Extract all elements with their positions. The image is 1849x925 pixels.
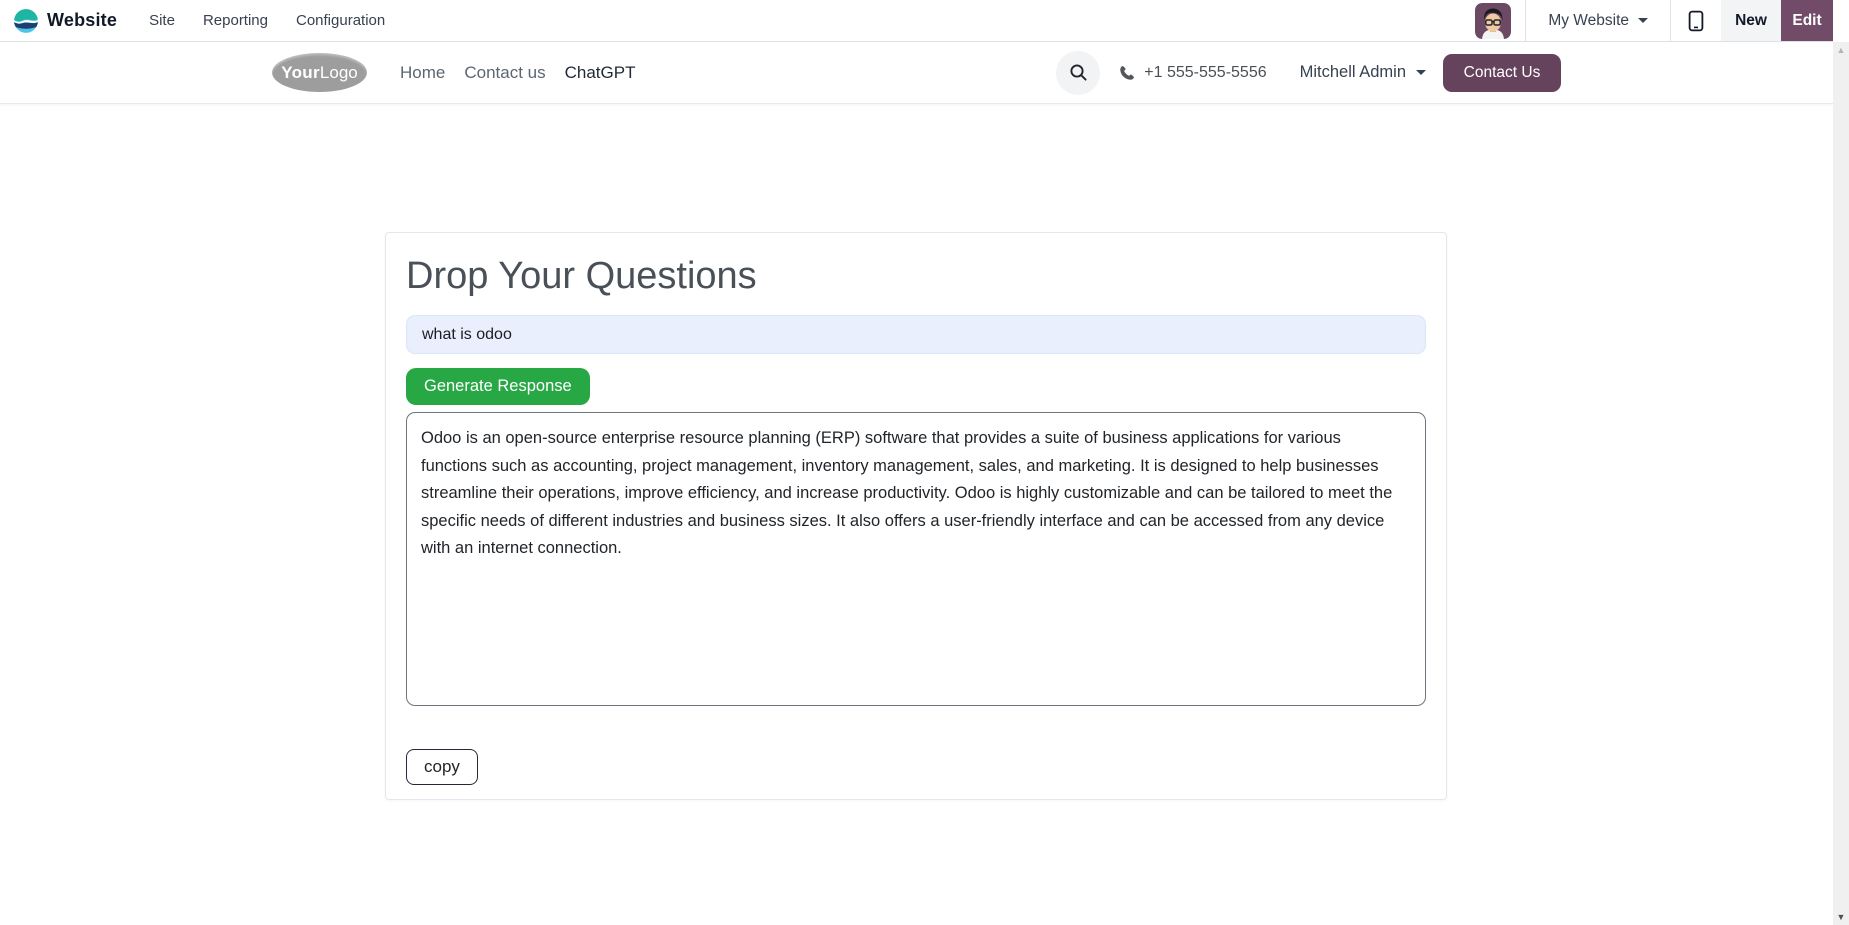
chatgpt-card: Drop Your Questions Generate Response Od… bbox=[385, 232, 1447, 800]
search-button[interactable] bbox=[1056, 50, 1101, 95]
phone-number: +1 555-555-5556 bbox=[1144, 63, 1267, 81]
website-switcher[interactable]: My Website bbox=[1526, 0, 1670, 41]
your-logo[interactable]: Your Logo bbox=[272, 53, 367, 92]
scroll-up-icon[interactable]: ▲ bbox=[1837, 45, 1846, 55]
logo-text-bold: Your bbox=[281, 62, 320, 82]
user-account-menu[interactable]: Mitchell Admin bbox=[1300, 63, 1426, 82]
site-header: Your Logo Home Contact us ChatGPT +1 555… bbox=[0, 42, 1833, 104]
question-input[interactable] bbox=[406, 315, 1426, 354]
website-app-brand[interactable]: Website bbox=[13, 8, 117, 34]
top-navbar: Website Site Reporting Configuration My … bbox=[0, 0, 1833, 42]
user-name: Mitchell Admin bbox=[1299, 63, 1406, 81]
user-avatar[interactable] bbox=[1461, 0, 1525, 41]
contact-us-button[interactable]: Contact Us bbox=[1443, 53, 1561, 92]
page-title: Drop Your Questions bbox=[406, 255, 757, 297]
nav-link-contact-us[interactable]: Contact us bbox=[464, 63, 545, 83]
scroll-down-icon[interactable]: ▼ bbox=[1837, 912, 1846, 922]
nav-link-home[interactable]: Home bbox=[400, 63, 445, 83]
phone-icon bbox=[1119, 65, 1135, 81]
chevron-down-icon bbox=[1416, 70, 1426, 75]
mobile-icon bbox=[1688, 10, 1704, 32]
header-phone-link[interactable]: +1 555-555-5556 bbox=[1119, 63, 1267, 82]
website-switcher-label: My Website bbox=[1548, 11, 1629, 29]
edit-button[interactable]: Edit bbox=[1781, 0, 1833, 41]
menu-configuration[interactable]: Configuration bbox=[282, 0, 399, 42]
copy-button[interactable]: copy bbox=[406, 749, 478, 785]
menu-site[interactable]: Site bbox=[135, 0, 189, 42]
new-button[interactable]: New bbox=[1721, 0, 1781, 41]
logo-text-light: Logo bbox=[319, 62, 358, 82]
vertical-scrollbar[interactable]: ▲ ▼ bbox=[1833, 42, 1849, 925]
response-textarea[interactable]: Odoo is an open-source enterprise resour… bbox=[406, 412, 1426, 706]
generate-response-button[interactable]: Generate Response bbox=[406, 368, 590, 405]
brand-name: Website bbox=[47, 10, 118, 30]
mobile-preview-button[interactable] bbox=[1671, 0, 1721, 41]
menu-reporting[interactable]: Reporting bbox=[189, 0, 282, 42]
nav-link-chatgpt[interactable]: ChatGPT bbox=[565, 63, 636, 83]
chevron-down-icon bbox=[1638, 18, 1648, 23]
search-icon bbox=[1069, 63, 1088, 82]
odoo-website-logo-icon bbox=[13, 8, 39, 34]
